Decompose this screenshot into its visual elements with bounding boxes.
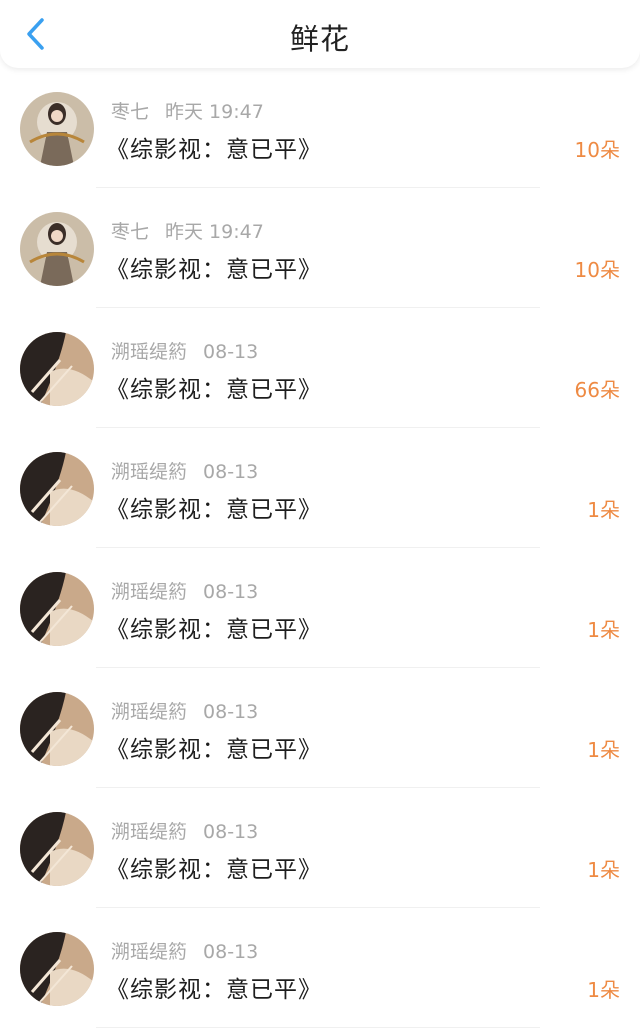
- list-item[interactable]: 溯瑶缇箹 08-13 《综影视：意已平》 1朵: [0, 548, 640, 668]
- flower-count: 1朵: [587, 858, 620, 882]
- book-title: 《综影视：意已平》: [106, 377, 322, 403]
- timestamp: 08-13: [203, 461, 259, 483]
- avatar[interactable]: [20, 452, 94, 526]
- flower-count: 10朵: [574, 258, 620, 282]
- book-title: 《综影视：意已平》: [106, 737, 322, 763]
- avatar[interactable]: [20, 572, 94, 646]
- user-name: 枣七: [111, 101, 150, 123]
- user-name: 溯瑶缇箹: [111, 941, 188, 963]
- book-title: 《综影视：意已平》: [106, 257, 322, 283]
- timestamp: 08-13: [203, 581, 259, 603]
- timestamp: 08-13: [203, 701, 259, 723]
- avatar[interactable]: [20, 932, 94, 1006]
- timestamp: 08-13: [203, 341, 259, 363]
- flower-count: 1朵: [587, 618, 620, 642]
- flower-count: 10朵: [574, 138, 620, 162]
- book-title: 《综影视：意已平》: [106, 497, 322, 523]
- flower-list: 枣七 昨天 19:47 《综影视：意已平》 10朵 枣七 昨天 19:47 《综影视…: [0, 68, 640, 1028]
- user-name: 溯瑶缇箹: [111, 341, 188, 363]
- list-item[interactable]: 溯瑶缇箹 08-13 《综影视：意已平》 1朵: [0, 908, 640, 1028]
- avatar[interactable]: [20, 212, 94, 286]
- book-title: 《综影视：意已平》: [106, 617, 322, 643]
- list-item[interactable]: 枣七 昨天 19:47 《综影视：意已平》 10朵: [0, 188, 640, 308]
- book-title: 《综影视：意已平》: [106, 857, 322, 883]
- list-item[interactable]: 溯瑶缇箹 08-13 《综影视：意已平》 1朵: [0, 428, 640, 548]
- list-item[interactable]: 溯瑶缇箹 08-13 《综影视：意已平》 1朵: [0, 668, 640, 788]
- flower-count: 1朵: [587, 738, 620, 762]
- flower-count: 1朵: [587, 978, 620, 1002]
- avatar[interactable]: [20, 812, 94, 886]
- list-item[interactable]: 溯瑶缇箹 08-13 《综影视：意已平》 66朵: [0, 308, 640, 428]
- timestamp: 昨天 19:47: [165, 101, 264, 123]
- timestamp: 08-13: [203, 941, 259, 963]
- avatar[interactable]: [20, 332, 94, 406]
- book-title: 《综影视：意已平》: [106, 977, 322, 1003]
- avatar[interactable]: [20, 692, 94, 766]
- avatar[interactable]: [20, 92, 94, 166]
- user-name: 溯瑶缇箹: [111, 821, 188, 843]
- user-name: 溯瑶缇箹: [111, 581, 188, 603]
- top-bar: 鲜花: [0, 0, 640, 68]
- list-item[interactable]: 溯瑶缇箹 08-13 《综影视：意已平》 1朵: [0, 788, 640, 908]
- list-item[interactable]: 枣七 昨天 19:47 《综影视：意已平》 10朵: [0, 68, 640, 188]
- flower-count: 66朵: [574, 378, 620, 402]
- flower-count: 1朵: [587, 498, 620, 522]
- user-name: 枣七: [111, 221, 150, 243]
- user-name: 溯瑶缇箹: [111, 701, 188, 723]
- user-name: 溯瑶缇箹: [111, 461, 188, 483]
- page-title: 鲜花: [289, 22, 350, 56]
- timestamp: 昨天 19:47: [165, 221, 264, 243]
- timestamp: 08-13: [203, 821, 259, 843]
- book-title: 《综影视：意已平》: [106, 137, 322, 163]
